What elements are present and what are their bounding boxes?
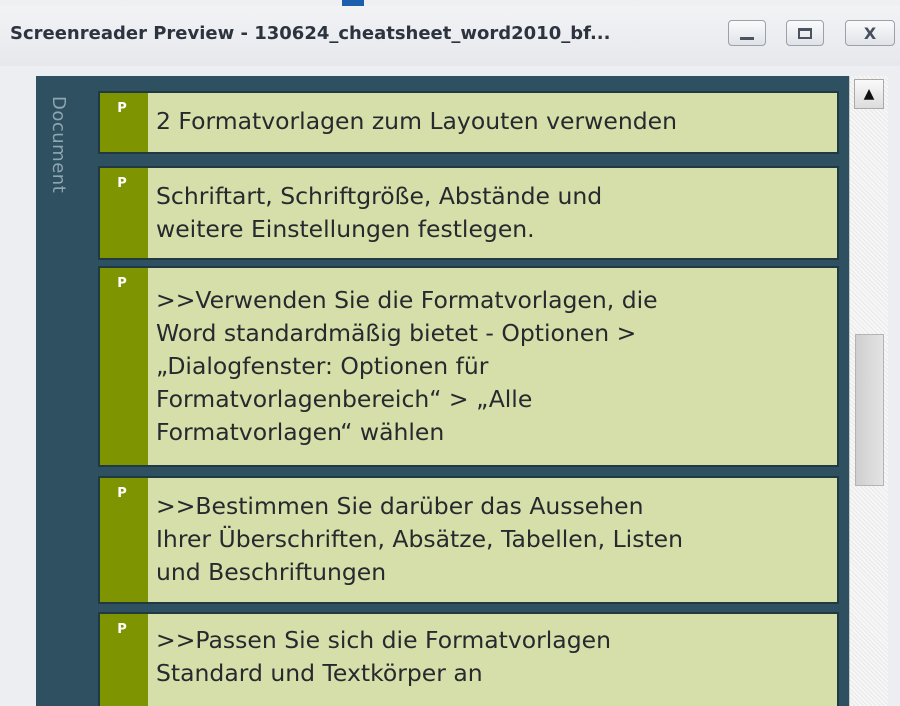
paragraph-tag: P [117,176,127,191]
preview-content: Document P 2 Formatvorlagen zum Layouten… [36,76,888,706]
paragraph-tag: P [117,276,127,291]
paragraph-list[interactable]: P 2 Formatvorlagen zum Layouten verwende… [95,76,849,706]
paragraph-item[interactable]: P >>Passen Sie sich die Formatvorlagen S… [98,612,839,706]
triangle-up-icon: ▲ [863,86,875,102]
paragraph-marker: P [100,93,148,152]
paragraph-marker: P [100,478,148,602]
paragraph-item[interactable]: P Schriftart, Schriftgröße, Abstände und… [98,166,839,260]
paragraph-item[interactable]: P >>Verwenden Sie die Formatvorlagen, di… [98,266,839,467]
document-sidebar: Document [36,76,95,706]
screenreader-preview-window: Screenreader Preview - 130624_cheatsheet… [0,0,900,706]
paragraph-marker: P [100,268,148,465]
minimize-button[interactable] [728,20,766,46]
paragraph-text: >>Bestimmen Sie darüber das Aussehen Ihr… [156,492,684,586]
close-icon: X [863,23,877,43]
maximize-button[interactable] [786,20,824,46]
paragraph-marker: P [100,614,148,706]
paragraph-text: Schriftart, Schriftgröße, Abstände und w… [156,182,603,243]
vertical-scrollbar[interactable]: ▲ [849,76,888,706]
paragraph-text: >>Verwenden Sie die Formatvorlagen, die … [156,286,658,446]
paragraph-text: >>Passen Sie sich die Formatvorlagen Sta… [156,626,611,687]
title-accent [342,0,364,6]
maximize-icon [798,27,812,39]
document-label: Document [48,96,69,194]
title-bar[interactable]: Screenreader Preview - 130624_cheatsheet… [0,0,900,66]
scroll-thumb[interactable] [855,334,884,486]
paragraph-item[interactable]: P 2 Formatvorlagen zum Layouten verwende… [98,91,839,154]
close-button[interactable]: X [845,20,895,46]
scroll-up-button[interactable]: ▲ [854,79,884,109]
window-title: Screenreader Preview - 130624_cheatsheet… [10,23,611,44]
minimize-icon [740,36,754,40]
paragraph-tag: P [117,622,127,637]
paragraph-marker: P [100,168,148,258]
title-strip [0,0,900,6]
paragraph-text: 2 Formatvorlagen zum Layouten verwenden [156,107,678,135]
paragraph-tag: P [117,101,127,116]
paragraph-item[interactable]: P >>Bestimmen Sie darüber das Aussehen I… [98,476,839,604]
paragraph-tag: P [117,486,127,501]
